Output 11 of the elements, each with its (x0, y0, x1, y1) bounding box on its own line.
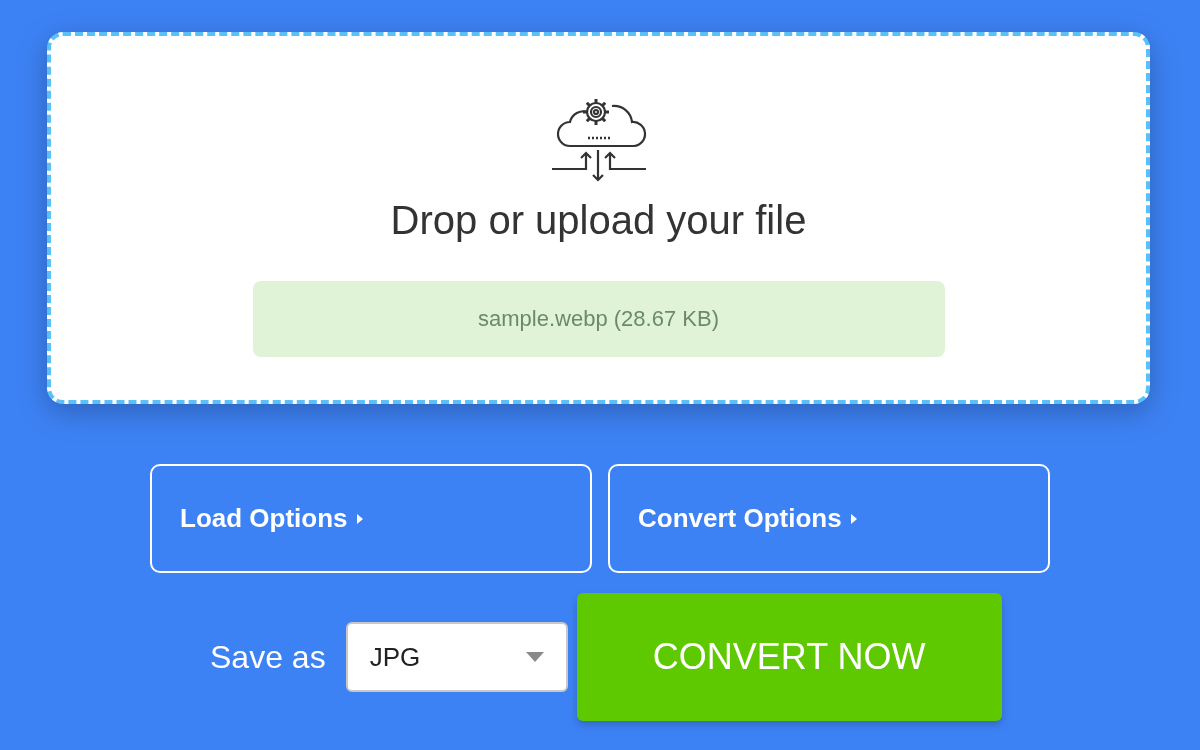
drop-zone[interactable]: Drop or upload your file sample.webp (28.67 KB) (47, 32, 1150, 404)
caret-icon (849, 512, 858, 525)
options-panel[interactable]: Convert Options (608, 464, 1050, 573)
dropdown-arrow-icon (525, 652, 544, 662)
upload-title: Drop or upload your file (390, 198, 807, 243)
format-dropdown[interactable]: JPG (345, 622, 568, 692)
convert-button[interactable]: CONVERT NOW (576, 593, 1002, 721)
caret-icon (355, 512, 364, 525)
options-panel[interactable]: Load Options (150, 464, 592, 573)
file-name-badge: sample.webp (28.67 KB) (252, 281, 945, 357)
save-as-label: Save as (210, 638, 326, 676)
